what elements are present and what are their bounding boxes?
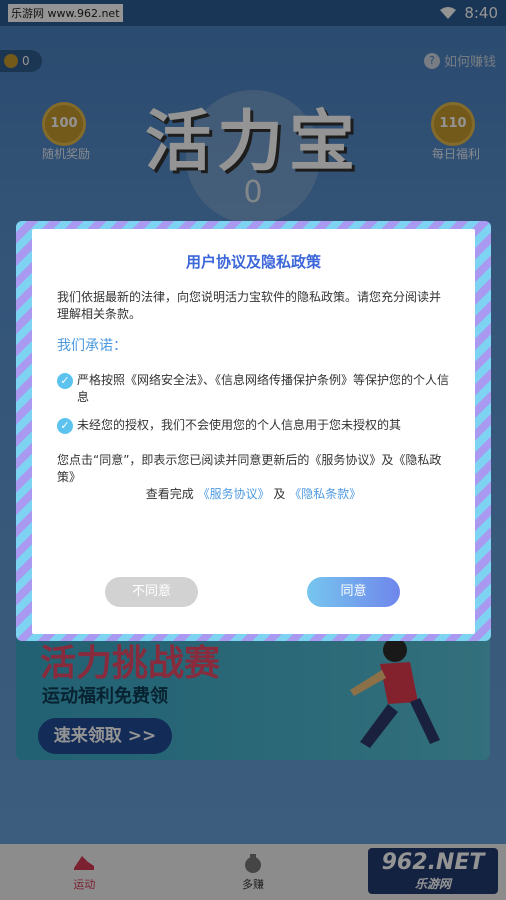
service-agreement-link[interactable]: 《服务协议》: [198, 487, 270, 501]
check-icon: ✓: [57, 418, 73, 434]
privacy-dialog: 用户协议及隐私政策 我们依据最新的法律，向您说明活力宝软件的隐私政策。请您充分阅…: [32, 229, 475, 634]
privacy-dialog-frame: 用户协议及隐私政策 我们依据最新的法律，向您说明活力宝软件的隐私政策。请您充分阅…: [16, 221, 491, 641]
agree-notice: 您点击“同意”，即表示您已阅读并同意更新后的《服务协议》及《隐私政策》: [57, 453, 442, 484]
promise-text: 严格按照《网络安全法》、《信息网络传播保护条例》等保护您的个人信息: [77, 373, 450, 404]
promise-item: ✓ 严格按照《网络安全法》、《信息网络传播保护条例》等保护您的个人信息: [57, 372, 451, 406]
dialog-intro: 我们依据最新的法律，向您说明活力宝软件的隐私政策。请您充分阅读并理解相关条款。: [57, 290, 442, 321]
promise-item: ✓ 未经您的授权，我们不会使用您的个人信息用于您未授权的其: [57, 417, 451, 434]
check-icon: ✓: [57, 373, 73, 389]
promise-heading: 我们承诺：: [57, 338, 127, 354]
and-text: 及: [273, 487, 286, 501]
decline-button[interactable]: 不同意: [105, 577, 198, 607]
dialog-title: 用户协议及隐私政策: [185, 253, 321, 271]
promise-text: 未经您的授权，我们不会使用您的个人信息用于您未授权的其: [77, 418, 402, 432]
policy-links: 查看完成 《服务协议》 及 《隐私条款》: [32, 485, 475, 502]
view-prefix: 查看完成: [145, 487, 194, 501]
agree-button[interactable]: 同意: [307, 577, 400, 607]
privacy-terms-link[interactable]: 《隐私条款》: [289, 487, 361, 501]
